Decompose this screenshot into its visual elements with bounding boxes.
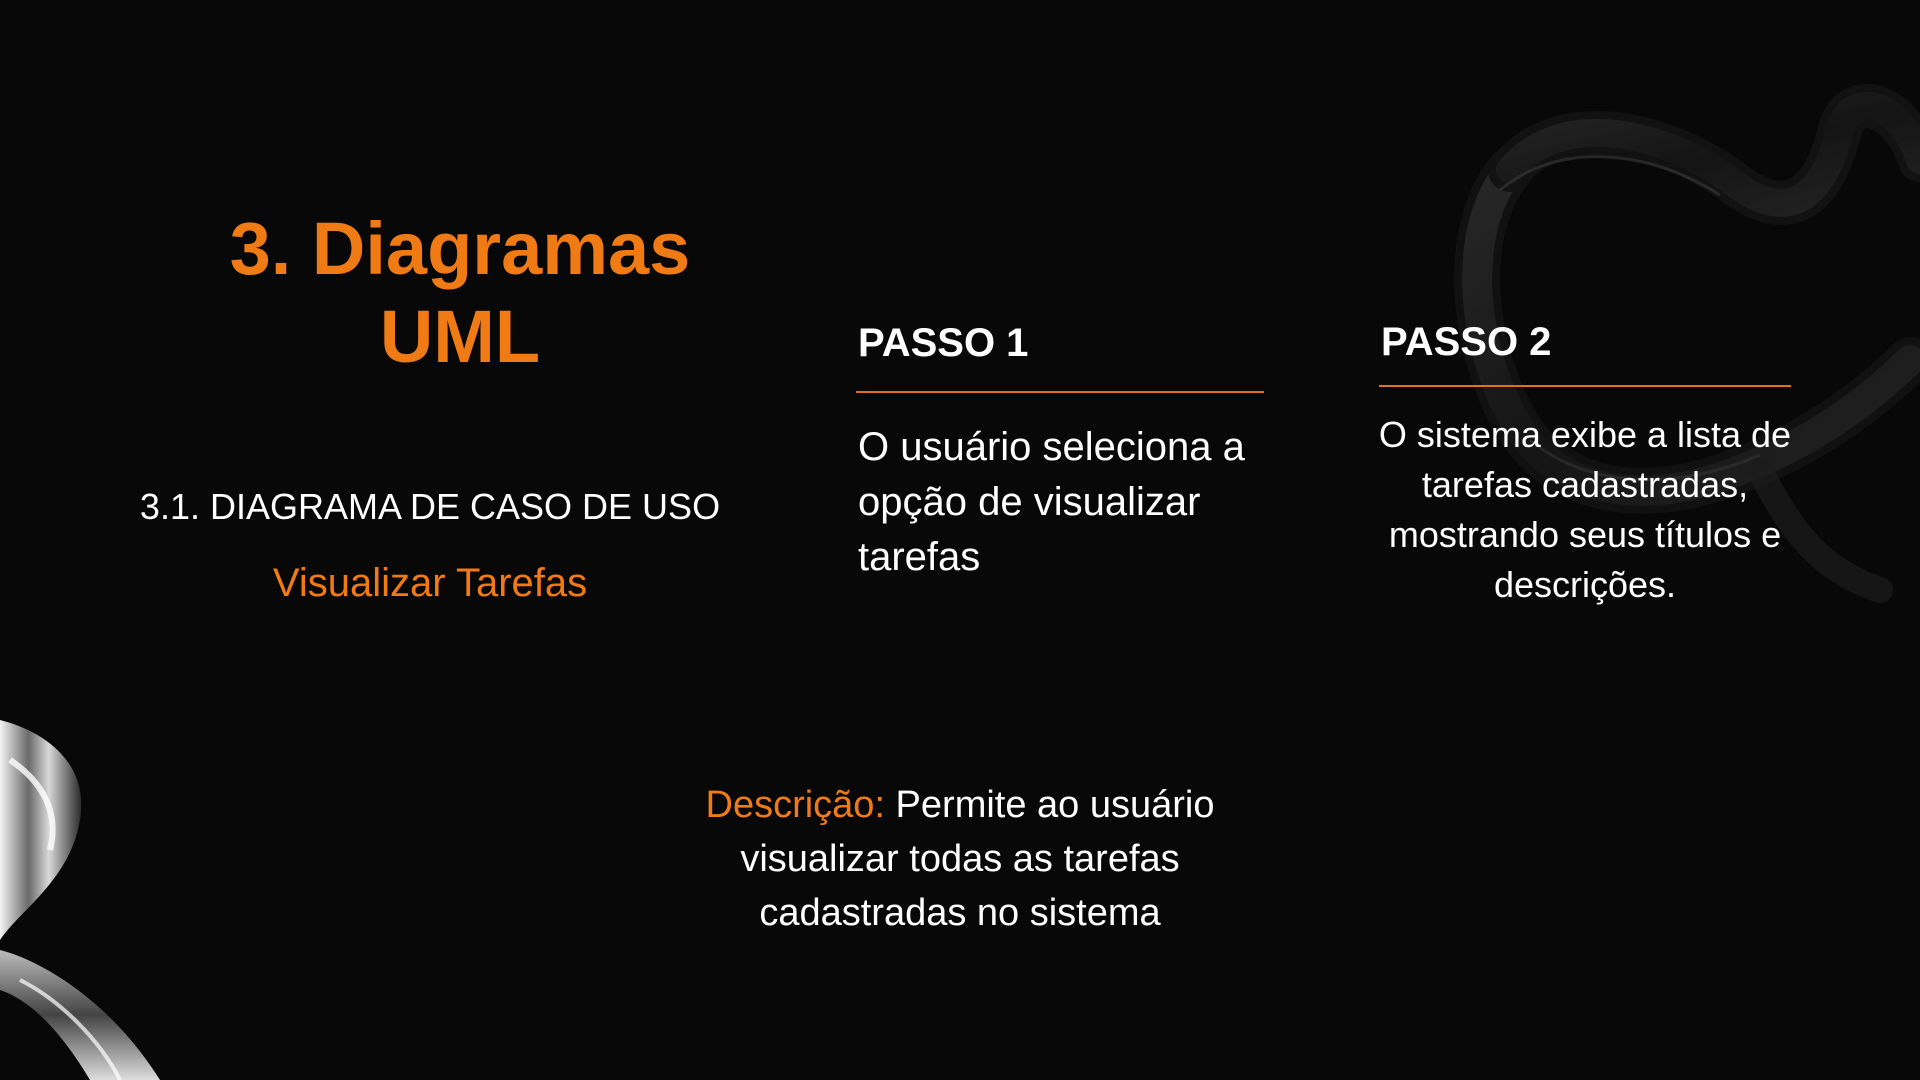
step-2-divider [1379,385,1791,387]
step-2-text: O sistema exibe a lista de tarefas cadas… [1378,414,1792,605]
step-1-divider [856,391,1264,393]
description-label: Descrição: [705,784,886,826]
step-2-heading: PASSO 2 [1381,320,1552,364]
slide: 3. Diagramas UML 3.1. DIAGRAMA DE CASO D… [0,0,1920,1080]
step-1-text: O usuário seleciona a opção de visualiza… [858,425,1245,579]
use-case-name: Visualizar Tarefas [272,561,588,605]
section-subtitle: 3.1. DIAGRAMA DE CASO DE USO [139,486,721,527]
slide-title: 3. Diagramas UML [229,207,691,378]
step-1-heading: PASSO 1 [858,321,1029,365]
decorative-chrome-graphic [0,720,160,1080]
use-case-description: Descrição: Permite ao usuário visualizar… [660,778,1260,940]
